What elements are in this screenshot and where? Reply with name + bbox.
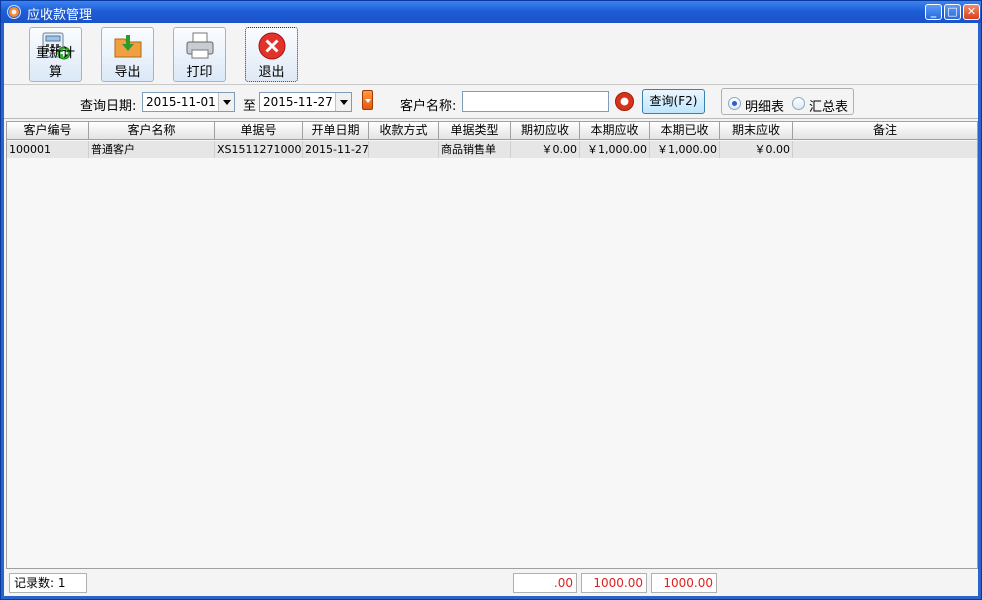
customer-name-label: 客户名称: xyxy=(400,99,457,114)
sum-current-receivable: 1000.00 xyxy=(581,573,647,593)
column-header[interactable]: 本期已收 xyxy=(650,122,720,140)
record-count: 记录数: 1 xyxy=(9,573,87,593)
filter-bar: 查询日期: 2015-11-01 至 2015-11-27 客户名称: 查询(F… xyxy=(4,85,978,119)
search-icon[interactable] xyxy=(615,92,634,111)
column-header[interactable]: 备注 xyxy=(793,122,977,140)
date-from-dropdown-icon[interactable] xyxy=(218,93,234,111)
print-button[interactable]: 打印 xyxy=(173,27,226,82)
close-circle-icon xyxy=(258,32,286,60)
column-header[interactable]: 开单日期 xyxy=(303,122,369,140)
cell-current-received: ￥1,000.00 xyxy=(650,141,720,158)
column-header[interactable]: 客户名称 xyxy=(89,122,215,140)
date-from-value: 2015-11-01 xyxy=(146,95,216,109)
close-button[interactable]: ✕ xyxy=(963,4,980,20)
date-range-dropdown-button[interactable] xyxy=(362,90,373,110)
customer-name-input[interactable] xyxy=(462,91,609,112)
minimize-button[interactable]: _ xyxy=(925,4,942,20)
column-header[interactable]: 单据号 xyxy=(215,122,303,140)
exit-button[interactable]: 退出 xyxy=(245,27,298,82)
column-header[interactable]: 期末应收 xyxy=(720,122,793,140)
export-folder-icon xyxy=(114,35,142,58)
printer-icon xyxy=(186,32,214,59)
exit-label: 退出 xyxy=(258,65,285,80)
to-label: 至 xyxy=(243,99,257,114)
column-header[interactable]: 单据类型 xyxy=(439,122,511,140)
sum-current-received: 1000.00 xyxy=(651,573,717,593)
receivables-table: 客户编号 客户名称 单据号 开单日期 收款方式 单据类型 期初应收 本期应收 本… xyxy=(6,121,978,569)
export-button[interactable]: 导出 xyxy=(101,27,154,82)
app-window: 应收款管理 _ □ ✕ 重新计算 导出 打印 退出 查询日期: 2015-11-… xyxy=(0,0,982,600)
date-to-value: 2015-11-27 xyxy=(263,95,333,109)
cell-opening-receivable: ￥0.00 xyxy=(511,141,580,158)
cell-document-no: XS15112710001 xyxy=(217,141,303,158)
cell-closing-receivable: ￥0.00 xyxy=(720,141,793,158)
column-header[interactable]: 期初应收 xyxy=(511,122,580,140)
cell-current-receivable: ￥1,000.00 xyxy=(580,141,650,158)
toolbar: 重新计算 导出 打印 退出 xyxy=(4,23,978,85)
maximize-button[interactable]: □ xyxy=(944,4,961,20)
cell-document-type: 商品销售单 xyxy=(439,141,511,158)
table-header: 客户编号 客户名称 单据号 开单日期 收款方式 单据类型 期初应收 本期应收 本… xyxy=(7,122,977,140)
date-to-picker[interactable]: 2015-11-27 xyxy=(259,92,352,112)
status-bar: 记录数: 1 .00 1000.00 1000.00 xyxy=(4,569,978,596)
column-header[interactable]: 收款方式 xyxy=(369,122,439,140)
column-header[interactable]: 本期应收 xyxy=(580,122,650,140)
view-mode-group: 明细表 汇总表 xyxy=(721,88,854,115)
recalculate-label: 重新计算 xyxy=(35,46,75,80)
detail-view-label[interactable]: 明细表 xyxy=(745,96,784,115)
print-label: 打印 xyxy=(186,65,213,80)
query-date-label: 查询日期: xyxy=(80,99,137,114)
window-title: 应收款管理 xyxy=(27,8,93,23)
title-bar[interactable]: 应收款管理 _ □ ✕ xyxy=(1,1,981,23)
client-area: 重新计算 导出 打印 退出 查询日期: 2015-11-01 至 2015-11… xyxy=(4,23,978,596)
cell-customer-id: 100001 xyxy=(7,141,89,158)
date-from-picker[interactable]: 2015-11-01 xyxy=(142,92,235,112)
summary-view-label[interactable]: 汇总表 xyxy=(809,96,848,115)
column-header[interactable]: 客户编号 xyxy=(7,122,89,140)
query-button[interactable]: 查询(F2) xyxy=(642,89,705,114)
app-logo-icon xyxy=(7,5,21,19)
sum-opening-receivable: .00 xyxy=(513,573,577,593)
recalculate-button[interactable]: 重新计算 xyxy=(29,27,82,82)
cell-date: 2015-11-27 xyxy=(305,141,369,158)
cell-remark xyxy=(793,141,977,158)
date-to-dropdown-icon[interactable] xyxy=(335,93,351,111)
export-label: 导出 xyxy=(114,65,141,80)
table-row[interactable]: 100001 普通客户 XS15112710001 2015-11-27 商品销… xyxy=(7,141,977,158)
cell-payment-method xyxy=(369,141,439,158)
summary-view-radio[interactable] xyxy=(792,97,805,110)
detail-view-radio[interactable] xyxy=(728,97,741,110)
cell-customer-name: 普通客户 xyxy=(89,141,215,158)
